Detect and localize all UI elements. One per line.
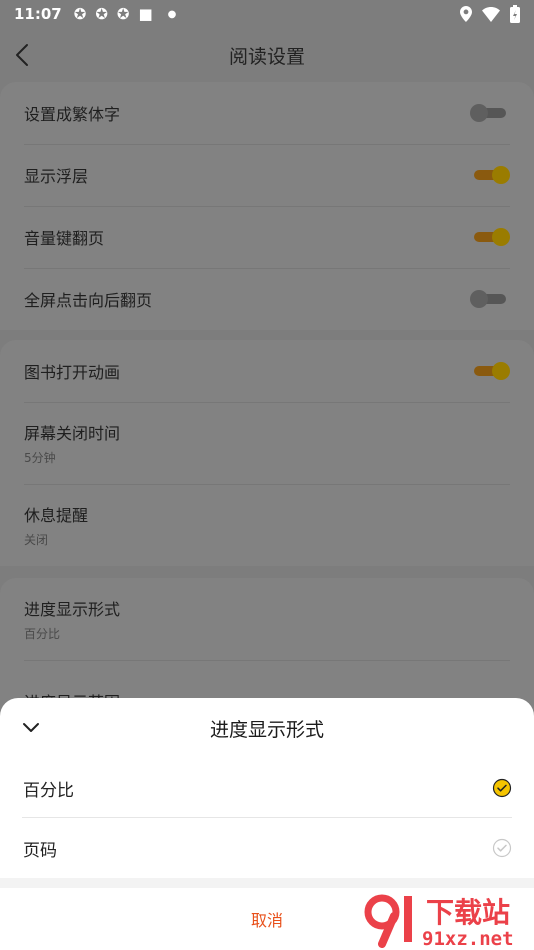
book-open-animation-toggle[interactable]	[470, 360, 510, 382]
setting-value: 5分钟	[24, 451, 56, 465]
battery-icon	[510, 5, 520, 23]
sheet-gap	[0, 878, 534, 888]
setting-label: 音量键翻页	[24, 229, 105, 248]
setting-value: 关闭	[24, 533, 49, 547]
setting-label: 设置成繁体字	[24, 105, 121, 124]
option-page-number[interactable]: 页码	[0, 818, 534, 878]
setting-rest-reminder[interactable]: 休息提醒 关闭	[0, 484, 534, 566]
option-percentage[interactable]: 百分比	[0, 758, 534, 818]
setting-value: 百分比	[24, 627, 61, 641]
app-notification-icon: ✪	[73, 5, 87, 23]
chevron-down-icon[interactable]	[20, 716, 42, 738]
setting-label: 图书打开动画	[24, 363, 121, 382]
setting-label: 屏幕关闭时间	[24, 424, 121, 443]
checked-circle-icon	[492, 778, 512, 798]
settings-group-general: 设置成繁体字 显示浮层 音量键翻页 全屏点击向后翻页	[0, 82, 534, 330]
status-bar: 11:07 ✪ ✪ ✪ ■ ●	[0, 0, 534, 28]
app-notification-icon: ✪	[116, 5, 130, 23]
traditional-chinese-toggle[interactable]	[470, 102, 510, 124]
setting-book-open-animation[interactable]: 图书打开动画	[0, 340, 534, 402]
fullscreen-tap-next-toggle[interactable]	[470, 288, 510, 310]
watermark-text: 下载站	[426, 896, 510, 929]
volume-key-page-toggle[interactable]	[470, 226, 510, 248]
settings-group-reading: 图书打开动画 屏幕关闭时间 5分钟 休息提醒 关闭	[0, 340, 534, 566]
sheet-header: 进度显示形式	[0, 698, 534, 758]
setting-label: 全屏点击向后翻页	[24, 291, 153, 310]
setting-label: 显示浮层	[24, 167, 89, 186]
setting-label: 进度显示形式	[24, 600, 121, 619]
app-notification-icon: ✪	[95, 5, 108, 23]
square-notification-icon: ■	[138, 5, 153, 23]
setting-traditional-chinese[interactable]: 设置成繁体字	[0, 82, 534, 144]
setting-fullscreen-tap-next[interactable]: 全屏点击向后翻页	[0, 268, 534, 330]
status-right	[460, 5, 520, 23]
unchecked-circle-icon	[492, 838, 512, 858]
site-watermark-logo: 下载站 91xz.net	[364, 894, 514, 948]
back-arrow-icon[interactable]	[10, 41, 38, 69]
sheet-title: 进度显示形式	[209, 718, 324, 741]
more-notifications-dot-icon: ●	[167, 8, 177, 20]
setting-volume-key-page[interactable]: 音量键翻页	[0, 206, 534, 268]
status-time: 11:07	[14, 5, 62, 23]
wifi-icon	[482, 6, 500, 22]
location-icon	[460, 6, 472, 22]
setting-progress-form[interactable]: 进度显示形式 百分比	[0, 578, 534, 660]
page-title: 阅读设置	[228, 45, 305, 68]
option-label: 百分比	[23, 780, 74, 801]
watermark-domain: 91xz.net	[422, 928, 514, 948]
setting-show-overlay[interactable]: 显示浮层	[0, 144, 534, 206]
page-header: 阅读设置	[0, 28, 534, 82]
option-label: 页码	[23, 840, 57, 861]
setting-label: 休息提醒	[24, 506, 89, 525]
setting-screen-off-time[interactable]: 屏幕关闭时间 5分钟	[0, 402, 534, 484]
show-overlay-toggle[interactable]	[470, 164, 510, 186]
